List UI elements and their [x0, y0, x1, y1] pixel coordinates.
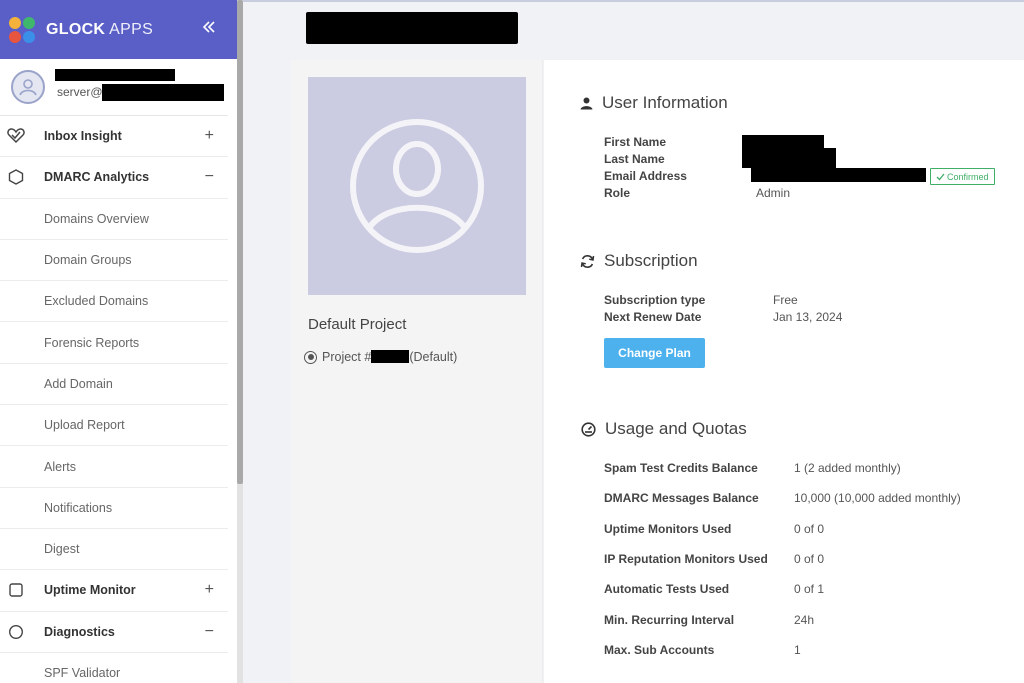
brand-name: GLOCK APPS — [46, 20, 154, 38]
top-divider — [243, 0, 1024, 2]
renew-date-label: Next Renew Date — [604, 310, 702, 324]
hexagon-icon — [7, 168, 25, 186]
usage-row-label: DMARC Messages Balance — [604, 491, 759, 505]
circle-icon — [7, 623, 25, 641]
redacted-user-name — [55, 69, 175, 81]
project-avatar[interactable] — [308, 77, 526, 295]
sidebar-item-digest[interactable]: Digest — [0, 529, 228, 571]
project-radio-option[interactable]: Project # (Default) — [304, 350, 457, 364]
sidebar-item-label: Diagnostics — [44, 624, 115, 639]
glock-apps-logo-icon — [9, 16, 37, 44]
usage-row-label: IP Reputation Monitors Used — [604, 552, 768, 566]
sidebar-item-domain-groups[interactable]: Domain Groups — [0, 240, 228, 282]
square-icon — [7, 581, 25, 599]
sidebar-item-label: Uptime Monitor — [44, 583, 136, 598]
subscription-type-label: Subscription type — [604, 293, 706, 307]
usage-row-value: 0 of 0 — [794, 522, 825, 536]
expand-icon[interactable]: + — [205, 127, 214, 145]
check-icon — [936, 173, 945, 180]
usage-row-label: Max. Sub Accounts — [604, 643, 715, 657]
usage-row-value: 1 (2 added monthly) — [794, 461, 901, 475]
sidebar-item-label: Inbox Insight — [44, 129, 122, 144]
email-confirmed-badge: Confirmed — [930, 168, 995, 185]
sidebar-item-notifications[interactable]: Notifications — [0, 488, 228, 529]
gauge-icon — [580, 421, 596, 437]
account-details: User Information First Name Last Name Em… — [544, 60, 1024, 683]
last-name-label: Last Name — [604, 152, 665, 166]
role-value: Admin — [756, 186, 791, 200]
sidebar-item-diagnostics[interactable]: Diagnostics − — [0, 612, 228, 653]
sidebar-item-label: Upload Report — [44, 418, 125, 433]
redacted-page-title — [306, 12, 518, 44]
user-icon — [19, 79, 37, 96]
user-placeholder-icon — [350, 119, 484, 253]
usage-row-label: Automatic Tests Used — [604, 582, 730, 596]
heart-check-icon — [7, 127, 25, 145]
sidebar-item-label: Domains Overview — [44, 211, 149, 226]
sidebar-item-label: Notifications — [44, 500, 113, 515]
sidebar-item-upload-report[interactable]: Upload Report — [0, 405, 228, 447]
sidebar-item-inbox-insight[interactable]: Inbox Insight + — [0, 116, 228, 158]
usage-row-value: 1 — [794, 643, 801, 657]
usage-row-value: 24h — [794, 613, 815, 627]
usage-row-value: 0 of 0 — [794, 552, 825, 566]
sidebar-item-label: Excluded Domains — [44, 294, 149, 309]
sidebar: GLOCK APPS server@ Inbox Insight + DMARC… — [0, 0, 238, 683]
sidebar-item-label: DMARC Analytics — [44, 170, 150, 185]
sidebar-item-label: SPF Validator — [44, 666, 121, 680]
project-card: Default Project Project # (Default) — [291, 60, 543, 683]
user-information-heading: User Information — [578, 93, 728, 113]
sidebar-item-excluded-domains[interactable]: Excluded Domains — [0, 281, 228, 323]
sidebar-item-alerts[interactable]: Alerts — [0, 446, 228, 488]
email-label: Email Address — [604, 169, 687, 183]
sidebar-header: GLOCK APPS — [0, 0, 238, 59]
expand-icon[interactable]: + — [205, 581, 214, 599]
first-name-label: First Name — [604, 135, 667, 149]
sidebar-nav: Inbox Insight + DMARC Analytics − Domain… — [0, 116, 238, 683]
refresh-icon — [579, 253, 595, 269]
user-icon — [578, 95, 594, 111]
collapse-sidebar-button[interactable] — [202, 18, 216, 38]
usage-row-label: Uptime Monitors Used — [604, 522, 732, 536]
user-profile[interactable]: server@ — [0, 59, 228, 116]
redacted-project-id — [371, 350, 410, 363]
sidebar-item-domains-overview[interactable]: Domains Overview — [0, 199, 228, 240]
subscription-type-value: Free — [773, 293, 798, 307]
project-radio-label: Project # (Default) — [322, 350, 458, 364]
sidebar-item-label: Alerts — [44, 459, 76, 474]
usage-row-label: Min. Recurring Interval — [604, 613, 735, 627]
avatar — [11, 70, 45, 104]
sidebar-item-spf-validator[interactable]: SPF Validator — [0, 653, 228, 683]
usage-row-value: 10,000 (10,000 added monthly) — [794, 491, 961, 505]
sidebar-scrollbar[interactable] — [237, 0, 243, 683]
sidebar-item-forensic-reports[interactable]: Forensic Reports — [0, 322, 228, 364]
profile-email-prefix: server@ — [57, 85, 103, 99]
radio-selected-icon[interactable] — [304, 350, 317, 364]
role-label: Role — [604, 186, 631, 200]
sidebar-item-dmarc-analytics[interactable]: DMARC Analytics − — [0, 157, 228, 199]
collapse-icon[interactable]: − — [205, 623, 214, 641]
change-plan-button[interactable]: Change Plan — [604, 338, 705, 368]
renew-date-value: Jan 13, 2024 — [773, 310, 843, 324]
double-chevron-left-icon — [202, 21, 215, 33]
usage-row-label: Spam Test Credits Balance — [604, 461, 758, 475]
sidebar-item-label: Digest — [44, 542, 80, 557]
project-name: Default Project — [308, 316, 407, 333]
profile-text: server@ — [55, 67, 227, 107]
sidebar-item-add-domain[interactable]: Add Domain — [0, 364, 228, 406]
sidebar-item-label: Add Domain — [44, 376, 113, 391]
sidebar-item-label: Domain Groups — [44, 253, 132, 268]
redacted-email — [102, 84, 224, 101]
usage-quotas-heading: Usage and Quotas — [580, 419, 747, 439]
subscription-heading: Subscription — [579, 251, 698, 271]
sidebar-item-uptime-monitor[interactable]: Uptime Monitor + — [0, 570, 228, 612]
redacted-last-name — [742, 148, 836, 168]
collapse-icon[interactable]: − — [205, 168, 214, 186]
redacted-email-address — [751, 168, 926, 182]
scrollbar-thumb[interactable] — [237, 0, 243, 484]
usage-row-value: 0 of 1 — [794, 582, 825, 596]
sidebar-item-label: Forensic Reports — [44, 335, 140, 350]
